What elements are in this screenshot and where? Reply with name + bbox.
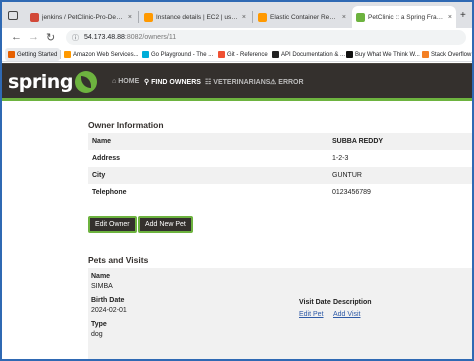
aws-favicon-icon <box>144 12 153 22</box>
pet-entry: Name SIMBA Birth Date 2024-02-01 Type do… <box>88 268 472 359</box>
bookmark-git-reference[interactable]: Git - Reference <box>218 48 268 61</box>
bookmark-getting-started[interactable]: Getting Started <box>5 48 61 61</box>
pet-type-value: dog <box>91 331 103 338</box>
app-navbar: spring ⌂ HOME ⚲ FIND OWNERS ☷ VETERINARI… <box>2 63 472 101</box>
tab-petclinic[interactable]: PetClinic :: a Spring Framework × <box>352 6 456 28</box>
owner-telephone-value: 0123456789 <box>332 189 371 196</box>
home-icon: ⌂ <box>112 78 117 85</box>
browser-window: jenkins / PetClinic-Pro-Dev / # × Instan… <box>0 0 474 361</box>
pet-name-value: SIMBA <box>91 283 113 290</box>
tab-title: Elastic Container Registry - Ima <box>270 13 339 21</box>
row-label: Telephone <box>92 189 127 196</box>
tab-jenkins[interactable]: jenkins / PetClinic-Pro-Dev / # × <box>26 6 136 28</box>
nav-find-owners[interactable]: ⚲ FIND OWNERS <box>144 78 201 87</box>
row-label: Name <box>88 133 328 150</box>
go-icon <box>142 51 149 58</box>
table-row: Name SUBBA REDDY <box>88 133 472 150</box>
forward-icon[interactable]: → <box>28 31 39 43</box>
bookmark-label: Amazon Web Services... <box>73 51 139 58</box>
buy-icon <box>346 51 353 58</box>
tab-strip: jenkins / PetClinic-Pro-Dev / # × Instan… <box>2 2 472 28</box>
table-row: Telephone 0123456789 <box>88 184 472 201</box>
tab-close-icon[interactable]: × <box>342 14 346 21</box>
bookmark-label: Getting Started <box>17 51 58 58</box>
reload-icon[interactable]: ↻ <box>46 31 55 44</box>
table-row: City GUNTUR <box>88 167 472 184</box>
pets-visits-heading: Pets and Visits <box>88 255 149 265</box>
owner-address-value: 1-2-3 <box>332 155 349 162</box>
tab-title: PetClinic :: a Spring Framework <box>368 13 445 21</box>
bookmark-go-playground[interactable]: Go Playground - The ... <box>142 48 213 61</box>
aws-icon <box>64 51 71 58</box>
spring-favicon-icon <box>356 12 365 22</box>
nav-label: ERROR <box>278 78 304 86</box>
owner-info-heading: Owner Information <box>88 120 164 130</box>
site-info-icon[interactable]: ⓘ <box>72 33 79 43</box>
table-row: Address 1-2-3 <box>88 150 472 167</box>
tab-close-icon[interactable]: × <box>128 14 132 21</box>
warning-icon: ⚠ <box>270 79 277 86</box>
bookmark-label: Git - Reference <box>227 51 268 58</box>
address-bar-row: ← → ↻ ⓘ 54.173.48.88 :8082/owners/11 <box>2 28 472 48</box>
git-icon <box>218 51 225 58</box>
stack-overflow-icon <box>422 51 429 58</box>
nav-veterinarians[interactable]: ☷ VETERINARIANS <box>205 78 271 87</box>
search-icon: ⚲ <box>144 79 150 86</box>
logo-text: spring <box>8 71 73 93</box>
edit-owner-button[interactable]: Edit Owner <box>88 216 137 233</box>
bookmark-label: API Documentation & ... <box>281 51 346 58</box>
firefox-icon <box>8 51 15 58</box>
add-visit-link[interactable]: Add Visit <box>333 311 361 318</box>
bookmark-stack-overflow[interactable]: Stack Overflow <box>422 48 471 61</box>
owner-city-value: GUNTUR <box>328 167 472 184</box>
window-menu-icon[interactable] <box>8 11 18 20</box>
bookmark-aws[interactable]: Amazon Web Services... <box>64 48 139 61</box>
bookmark-label: Stack Overflow <box>431 51 472 58</box>
nav-label: HOME <box>118 78 140 85</box>
visit-date-header: Visit Date <box>299 299 331 306</box>
bookmark-label: Buy What We Think W... <box>355 51 420 58</box>
back-icon[interactable]: ← <box>11 31 22 43</box>
aws-favicon-icon <box>258 12 267 22</box>
add-new-pet-button[interactable]: Add New Pet <box>138 216 193 233</box>
tab-ec2[interactable]: Instance details | EC2 | us-east- × <box>140 6 250 28</box>
url-host: 54.173.48.88 <box>84 34 125 41</box>
tab-close-icon[interactable]: × <box>448 14 452 21</box>
nav-label: VETERINARIANS <box>213 78 271 86</box>
new-tab-icon[interactable]: + <box>460 10 466 21</box>
row-label: City <box>88 167 328 184</box>
bookmark-api-docs[interactable]: API Documentation & ... <box>272 48 345 61</box>
bookmarks-bar: Getting Started Amazon Web Services... G… <box>2 48 472 62</box>
spring-logo[interactable]: spring <box>8 70 97 94</box>
nav-error[interactable]: ⚠ ERROR <box>270 78 304 87</box>
pet-type-label: Type <box>91 321 107 328</box>
pet-name-label: Name <box>91 273 111 280</box>
bookmark-buy-what[interactable]: Buy What We Think W... <box>346 48 420 61</box>
visit-description-header: Description <box>333 299 372 306</box>
bookmark-label: Go Playground - The ... <box>151 51 214 58</box>
pet-birth-label: Birth Date <box>91 297 125 304</box>
tab-title: jenkins / PetClinic-Pro-Dev / # <box>42 13 125 21</box>
owner-name-value: SUBBA REDDY <box>328 133 472 150</box>
url-input[interactable]: ⓘ 54.173.48.88 :8082/owners/11 <box>66 30 466 45</box>
tab-title: Instance details | EC2 | us-east- <box>156 13 239 21</box>
owner-info-table: Name SUBBA REDDY Address 1-2-3 City GUNT… <box>88 133 472 201</box>
edit-pet-link[interactable]: Edit Pet <box>299 311 324 318</box>
api-docs-icon <box>272 51 279 58</box>
nav-home[interactable]: ⌂ HOME <box>112 78 139 85</box>
jenkins-favicon-icon <box>30 12 39 22</box>
list-icon: ☷ <box>205 79 212 86</box>
tab-close-icon[interactable]: × <box>242 14 246 21</box>
spring-leaf-icon <box>74 71 97 93</box>
row-label: Address <box>92 155 121 162</box>
tab-ecr[interactable]: Elastic Container Registry - Ima × <box>254 6 350 28</box>
pet-birth-value: 2024-02-01 <box>91 307 127 314</box>
url-path: :8082/owners/11 <box>124 34 177 41</box>
nav-label: FIND OWNERS <box>151 78 201 86</box>
